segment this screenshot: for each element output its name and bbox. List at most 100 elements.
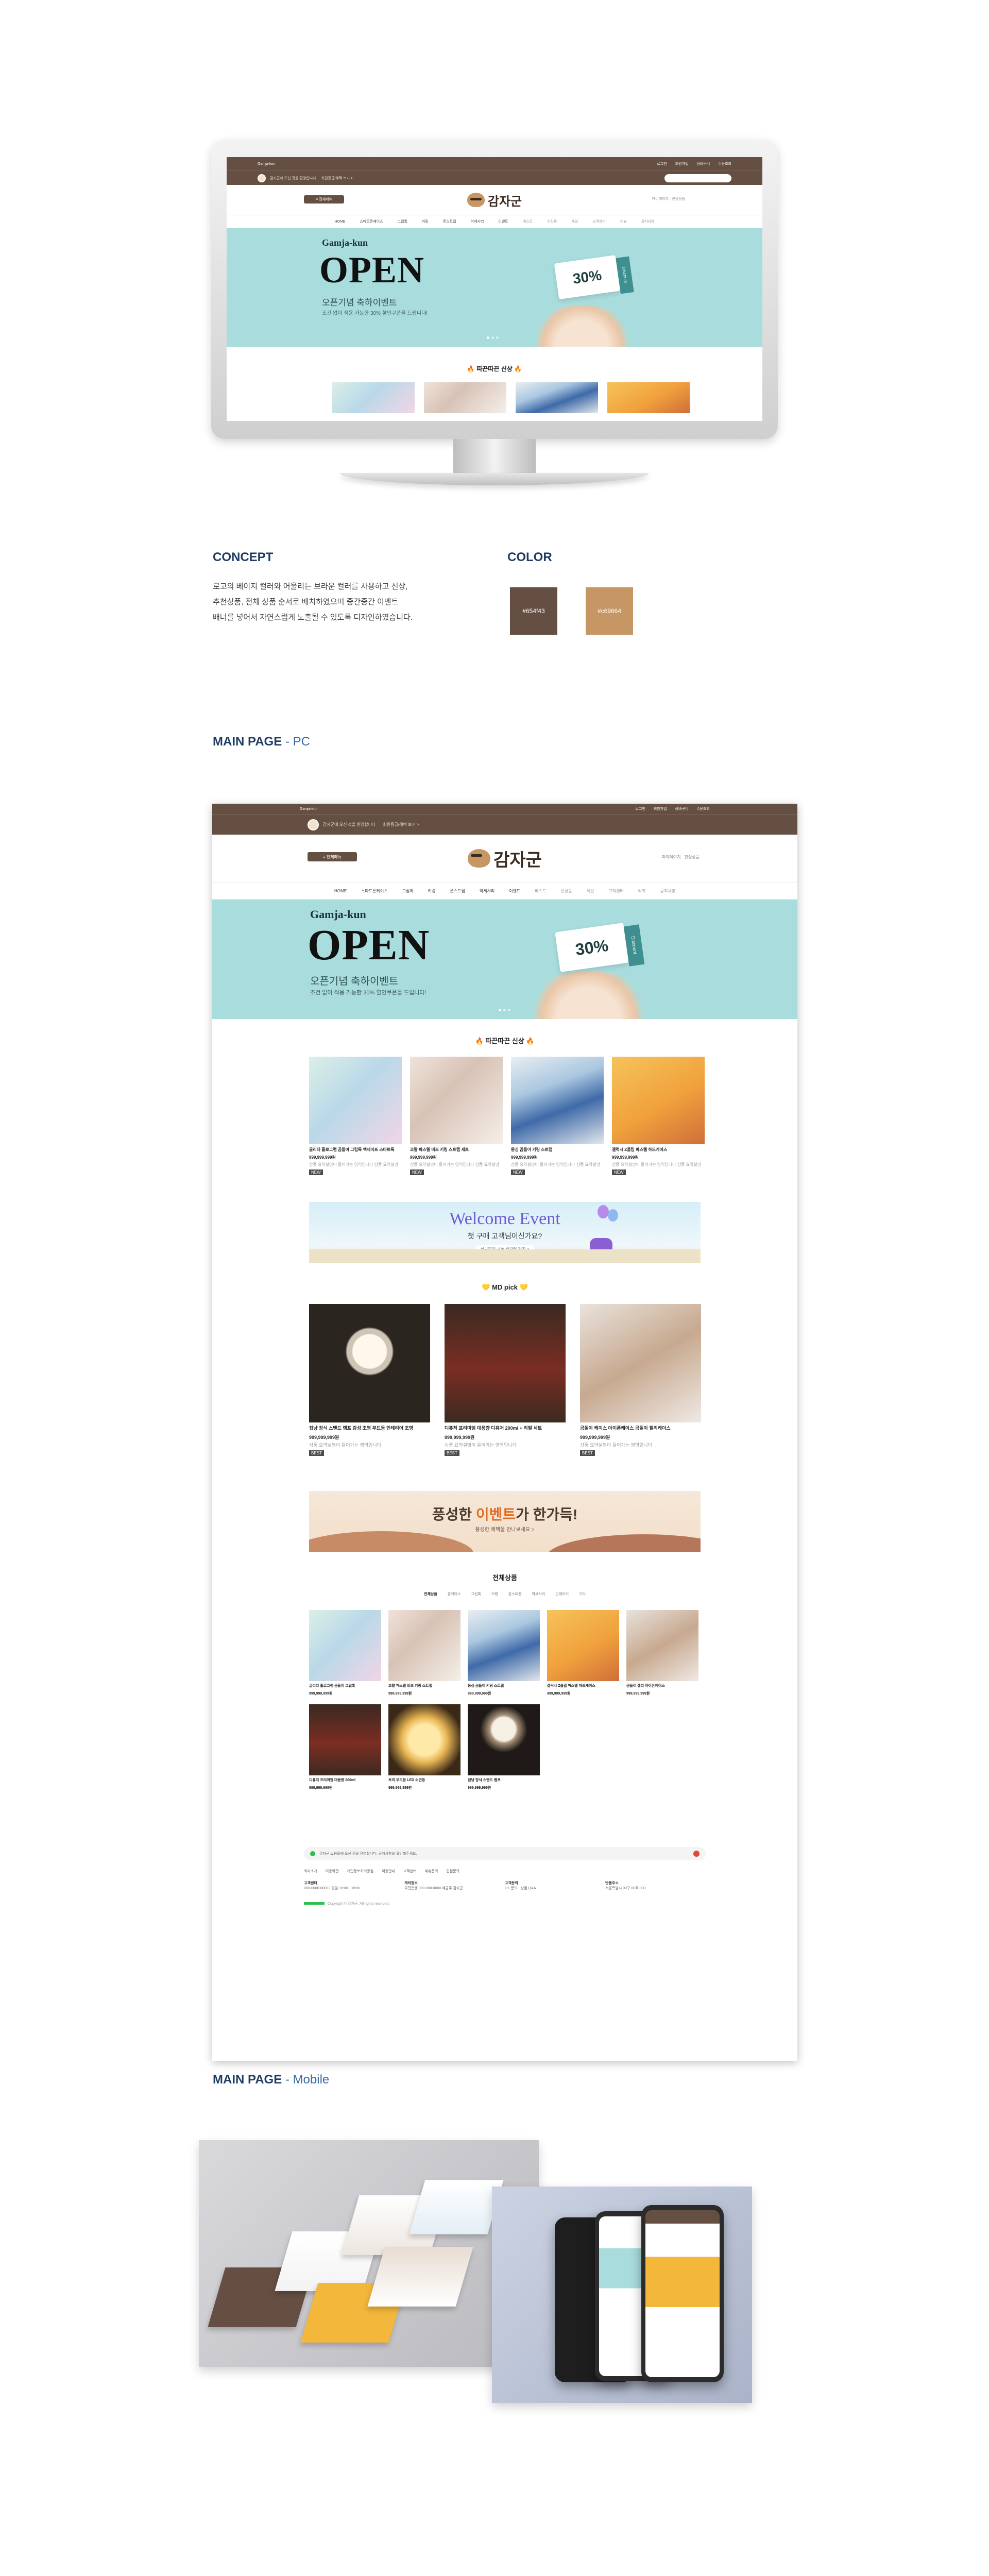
product-image[interactable] bbox=[309, 1610, 381, 1682]
pc-topbar-link-order[interactable]: 주문조회 bbox=[696, 807, 710, 811]
tab-acc[interactable]: 악세사리 bbox=[532, 1591, 545, 1597]
pc-nav-grip[interactable]: 그립톡 bbox=[402, 888, 414, 894]
product-image[interactable] bbox=[309, 1057, 402, 1144]
pc-menu-button[interactable]: ≡ 전체메뉴 bbox=[308, 852, 357, 861]
close-icon[interactable] bbox=[693, 1850, 700, 1857]
product-name[interactable]: 곰돌이 젤리 아이폰케이스 bbox=[626, 1684, 698, 1689]
pc-hero-banner[interactable]: Gamja-kun OPEN 오픈기념 축하이벤트 조건 없이 적용 가능한 3… bbox=[212, 900, 797, 1019]
nav-keyring[interactable]: 키링 bbox=[422, 219, 429, 224]
footer-link[interactable]: 입점문의 bbox=[446, 1869, 459, 1874]
pc-topbar-link-login[interactable]: 로그인 bbox=[636, 807, 645, 811]
nav-cs[interactable]: 고객센터 bbox=[592, 219, 606, 224]
product-card[interactable]: 글리터 홀로그램 곰돌이 그립톡 맥세이프 스마트톡 999,999,999원 … bbox=[309, 1057, 402, 1176]
product-image[interactable] bbox=[468, 1704, 540, 1776]
product-image[interactable] bbox=[468, 1610, 540, 1682]
autumn-subtitle[interactable]: 풍성한 혜택을 만나보세요 > bbox=[309, 1525, 701, 1533]
pc-nav-sale[interactable]: 세일 bbox=[587, 888, 594, 894]
nav-strap[interactable]: 폰스트랩 bbox=[443, 219, 456, 224]
util-links[interactable]: 마이페이지 · 관심상품 bbox=[652, 196, 685, 201]
product-image[interactable] bbox=[309, 1704, 381, 1776]
product-image[interactable] bbox=[612, 1057, 705, 1144]
product-card[interactable]: 갤럭시 Z플립 파스텔 하드케이스 999,999,999원 상품 요약설명이 … bbox=[612, 1057, 705, 1176]
pc-nav-acc[interactable]: 악세사리 bbox=[480, 888, 494, 894]
product-name[interactable]: 코랄 파스텔 비즈 키링 스트랩 bbox=[388, 1684, 461, 1689]
product-name[interactable]: 동심 곰돌이 키링 스트랩 bbox=[511, 1147, 604, 1153]
hero-pagination[interactable] bbox=[487, 336, 499, 339]
product-card[interactable]: 디퓨저 프리미엄 대용량 디퓨저 200ml + 리필 세트 999,999,9… bbox=[445, 1304, 566, 1456]
product-thumb[interactable] bbox=[424, 382, 506, 413]
tab-case[interactable]: 폰케이스 bbox=[448, 1591, 461, 1597]
tab-all[interactable]: 전체상품 bbox=[424, 1591, 437, 1597]
footer-link[interactable]: 이용안내 bbox=[382, 1869, 395, 1874]
site-logo[interactable]: 감자군 bbox=[467, 191, 522, 209]
topbar-link-join[interactable]: 회원가입 bbox=[675, 162, 689, 166]
pc-nav-strap[interactable]: 폰스트랩 bbox=[450, 888, 465, 894]
topbar-link-cart[interactable]: 장바구니 bbox=[697, 162, 710, 166]
pc-util-links[interactable]: 마이페이지 · 관심상품 bbox=[662, 854, 700, 860]
product-card[interactable]: 곰돌이 젤리 아이폰케이스 999,999,999원 bbox=[626, 1610, 698, 1696]
nav-home[interactable]: HOME bbox=[334, 220, 345, 224]
product-image[interactable] bbox=[547, 1610, 619, 1682]
product-name[interactable]: 갤럭시 Z플립 파스텔 하드케이스 bbox=[547, 1684, 619, 1689]
product-thumb[interactable] bbox=[332, 382, 415, 413]
nav-notice[interactable]: 공지사항 bbox=[641, 219, 655, 224]
nav-case[interactable]: 스마트폰케이스 bbox=[360, 219, 383, 224]
product-image[interactable] bbox=[309, 1304, 430, 1423]
product-image[interactable] bbox=[511, 1057, 604, 1144]
product-card[interactable]: 코랄 파스텔 비즈 키링 스트랩 세트 999,999,999원 상품 요약설명… bbox=[410, 1057, 503, 1176]
product-card[interactable]: 갤럭시 Z플립 파스텔 하드케이스 999,999,999원 bbox=[547, 1610, 619, 1696]
pc-nav-best[interactable]: 베스트 bbox=[535, 888, 546, 894]
tab-etc[interactable]: 기타 bbox=[579, 1591, 586, 1597]
nav-sale[interactable]: 세일 bbox=[571, 219, 578, 224]
menu-button[interactable]: ≡ 전체메뉴 bbox=[304, 195, 344, 204]
pc-topbar-link-cart[interactable]: 장바구니 bbox=[675, 807, 689, 811]
product-name[interactable]: 글리터 홀로그램 곰돌이 그립톡 bbox=[309, 1684, 381, 1689]
tab-strap[interactable]: 폰스트랩 bbox=[508, 1591, 522, 1597]
nav-grip[interactable]: 그립톡 bbox=[398, 219, 407, 224]
product-card[interactable]: 토끼 무드등 LED 수면등 999,999,999원 bbox=[388, 1704, 461, 1790]
pc-topbar-link-join[interactable]: 회원가입 bbox=[654, 807, 667, 811]
product-image[interactable] bbox=[445, 1304, 566, 1423]
product-name[interactable]: 디퓨저 프리미엄 대용량 디퓨저 200ml + 리필 세트 bbox=[445, 1426, 566, 1431]
pc-hero-pagination[interactable] bbox=[499, 1009, 510, 1011]
tab-grip[interactable]: 그립톡 bbox=[471, 1591, 481, 1597]
product-card[interactable]: 집냥 장식 스탠드 램프 감성 조명 무드등 인테리어 조명 999,999,9… bbox=[309, 1304, 430, 1456]
pc-nav-keyring[interactable]: 키링 bbox=[428, 888, 436, 894]
product-card[interactable]: 동심 곰돌이 키링 스트랩 999,999,999원 상품 요약설명이 들어가는… bbox=[511, 1057, 604, 1176]
product-image[interactable] bbox=[388, 1610, 461, 1682]
topbar-link-order[interactable]: 주문조회 bbox=[718, 162, 731, 166]
product-image[interactable] bbox=[580, 1304, 701, 1423]
product-image[interactable] bbox=[388, 1704, 461, 1776]
product-card[interactable]: 곰돌이 케이스 아이폰케이스 곰돌이 젤리케이스 999,999,999원 상품… bbox=[580, 1304, 701, 1456]
nav-review[interactable]: 리뷰 bbox=[620, 219, 627, 224]
product-name[interactable]: 토끼 무드등 LED 수면등 bbox=[388, 1778, 461, 1783]
pc-nav-new[interactable]: 신상품 bbox=[560, 888, 572, 894]
product-card[interactable]: 동심 곰돌이 키링 스트랩 999,999,999원 bbox=[468, 1610, 540, 1696]
autumn-event-banner[interactable]: 풍성한 이벤트가 한가득! 풍성한 혜택을 만나보세요 > bbox=[309, 1491, 701, 1552]
product-card[interactable]: 글리터 홀로그램 곰돌이 그립톡 999,999,999원 bbox=[309, 1610, 381, 1696]
product-name[interactable]: 코랄 파스텔 비즈 키링 스트랩 세트 bbox=[410, 1147, 503, 1153]
product-image[interactable] bbox=[626, 1610, 698, 1682]
product-name[interactable]: 디퓨저 프리미엄 대용량 200ml bbox=[309, 1778, 381, 1783]
tab-keyring[interactable]: 키링 bbox=[491, 1591, 498, 1597]
product-image[interactable] bbox=[410, 1057, 503, 1144]
search-input[interactable] bbox=[664, 174, 731, 182]
welcome-event-banner[interactable]: Welcome Event 첫 구매 고객님이신가요? 신규회원 쿠폰 받으러 … bbox=[309, 1202, 701, 1263]
pc-site-logo[interactable]: 감자군 bbox=[468, 846, 542, 871]
pc-nav-case[interactable]: 스마트폰케이스 bbox=[361, 888, 388, 894]
topbar-link-login[interactable]: 로그인 bbox=[657, 162, 667, 166]
nav-event[interactable]: 이벤트 bbox=[498, 219, 508, 224]
footer-link[interactable]: 고객센터 bbox=[403, 1869, 417, 1874]
footer-link[interactable]: 제휴문의 bbox=[425, 1869, 438, 1874]
pc-nav-home[interactable]: HOME bbox=[334, 889, 347, 893]
footer-link[interactable]: 개인정보처리방침 bbox=[347, 1869, 374, 1874]
pc-greeting-sub-link[interactable]: 회원등급/혜택 보기 > bbox=[383, 822, 419, 827]
product-card[interactable]: 코랄 파스텔 비즈 키링 스트랩 999,999,999원 bbox=[388, 1610, 461, 1696]
product-thumb[interactable] bbox=[516, 382, 598, 413]
product-name[interactable]: 곰돌이 케이스 아이폰케이스 곰돌이 젤리케이스 bbox=[580, 1426, 701, 1431]
product-name[interactable]: 글리터 홀로그램 곰돌이 그립톡 맥세이프 스마트톡 bbox=[309, 1147, 402, 1153]
product-name[interactable]: 갤럭시 Z플립 파스텔 하드케이스 bbox=[612, 1147, 705, 1153]
product-name[interactable]: 집냥 장식 스탠드 램프 감성 조명 무드등 인테리어 조명 bbox=[309, 1426, 430, 1431]
product-name[interactable]: 집냥 장식 스탠드 램프 bbox=[468, 1778, 540, 1783]
nav-acc[interactable]: 악세사리 bbox=[471, 219, 484, 224]
